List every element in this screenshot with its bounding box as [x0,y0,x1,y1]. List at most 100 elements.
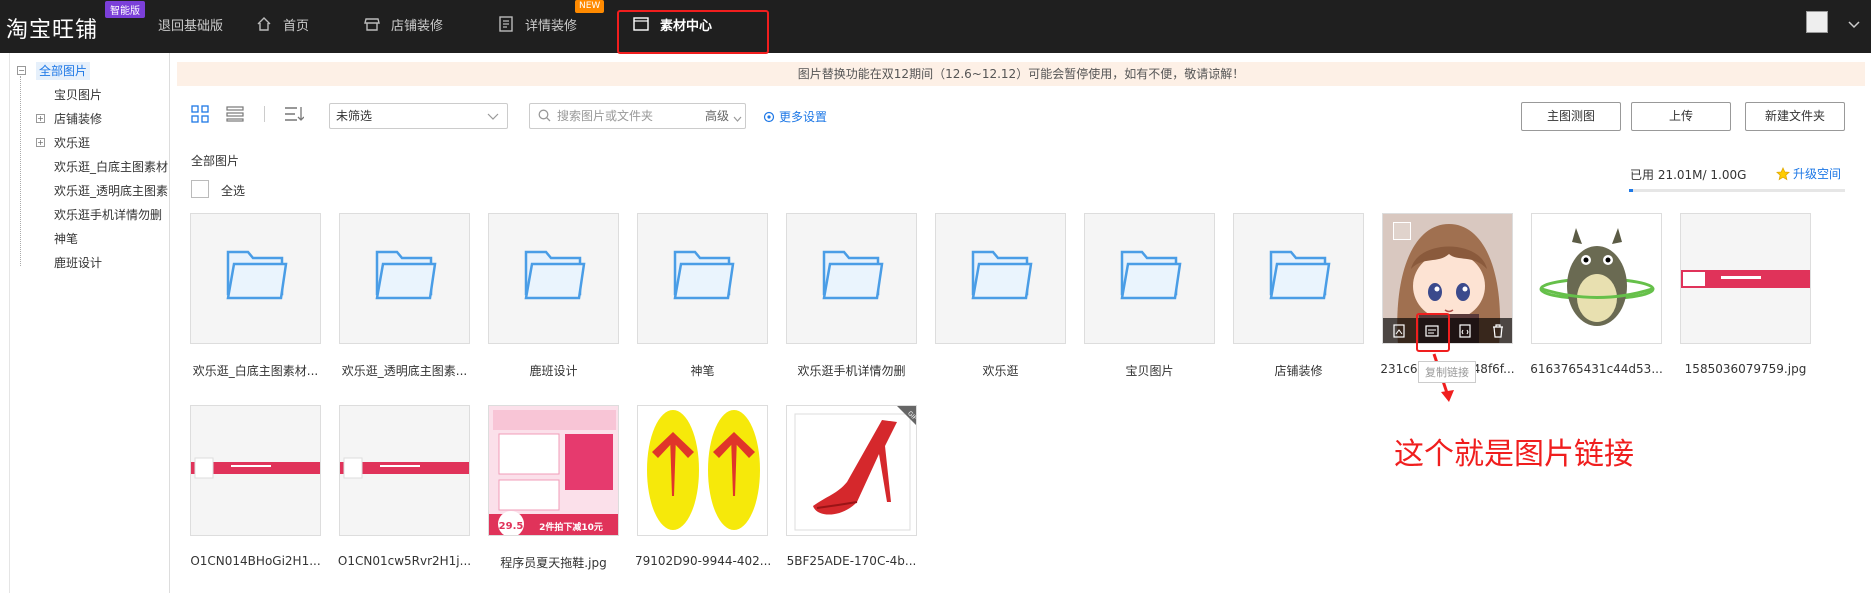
tile-checkbox[interactable] [1393,222,1411,240]
nav-detail-label: 详情装修 [525,18,578,34]
tile-filename[interactable]: 宝贝图片 [1082,362,1217,379]
tile-filename[interactable]: 欢乐逛_白底主图素材... [188,362,323,379]
new-folder-button[interactable]: 新建文件夹 [1745,102,1845,131]
image-tile[interactable] [1531,213,1662,344]
storage-progress-bar [1629,189,1845,192]
avatar[interactable] [1806,11,1828,33]
grid-view-icon[interactable] [191,105,209,123]
tile-filename[interactable]: 店铺装修 [1231,362,1366,379]
filter-select-value: 未筛选 [336,109,373,123]
select-all-checkbox[interactable] [191,180,209,198]
image-tile[interactable] [1680,213,1811,344]
folder-tile[interactable] [190,213,321,344]
nav-detail-decoration[interactable]: 详情装修 [497,12,577,36]
annotation-text: 这个就是图片链接 [1394,437,1634,472]
banner-thumbnail [340,406,469,535]
red-heel-thumbnail: GIF [787,406,916,535]
sort-icon[interactable] [284,105,305,123]
advanced-search-toggle[interactable]: 高级 [705,104,729,128]
folder-tile[interactable] [786,213,917,344]
sidebar-item-huanle[interactable]: 欢乐逛 [54,134,90,152]
folder-tile[interactable] [935,213,1066,344]
sidebar-item-product-images[interactable]: 宝贝图片 [54,86,102,104]
back-to-basic-link[interactable]: 退回基础版 [158,15,223,34]
image-icon[interactable] [1391,323,1407,339]
folder-icon [822,250,884,300]
tile-filename[interactable]: 5BF25ADE-170C-4b... [784,554,919,568]
nav-store-label: 店铺装修 [391,18,444,34]
sidebar-item-store-decoration[interactable]: 店铺装修 [54,110,102,128]
tile-filename[interactable]: 欢乐逛手机详情勿删 [784,362,919,379]
sidebar-item-shenbi[interactable]: 神笔 [54,230,78,248]
tile-filename[interactable]: O1CN01cw5Rvr2H1j... [337,554,472,568]
tile-filename[interactable]: 欢乐逛 [933,362,1068,379]
tree-expand-toggle[interactable]: + [36,138,45,147]
tile-filename[interactable]: 鹿班设计 [486,362,621,379]
search-placeholder: 搜索图片或文件夹 [557,109,654,123]
tree-connector [20,76,21,266]
more-settings-link[interactable]: 更多设置 [763,108,827,125]
banner-thumbnail [191,406,320,535]
tile-filename[interactable]: 神笔 [635,362,770,379]
highlight-box-material-center [617,10,769,54]
top-navigation-bar: 淘宝旺铺 智能版 退回基础版 首页 店铺装修 详情装修 NEW 素材中心 [0,0,1871,54]
new-badge: NEW [575,0,605,13]
image-tile[interactable] [637,405,768,536]
tile-filename[interactable]: 79102D90-9944-402... [635,554,770,568]
chevron-down-icon [487,106,499,134]
tile-filename[interactable]: 1585036079759.jpg [1678,362,1813,376]
nav-home[interactable]: 首页 [255,12,309,36]
storage-usage-text: 已用 21.01M/ 1.00G [1630,168,1747,182]
image-tile[interactable] [339,405,470,536]
image-tile[interactable]: GIF [786,405,917,536]
chevron-down-icon[interactable] [1848,18,1860,32]
folder-icon [971,250,1033,300]
tile-filename[interactable]: O1CN014BHoGi2H1... [188,554,323,568]
main-image-test-button[interactable]: 主图测图 [1521,102,1621,131]
folder-icon [226,250,288,300]
upload-button[interactable]: 上传 [1631,102,1731,131]
sidebar-item-all-images[interactable]: 全部图片 [36,62,91,80]
folder-tile[interactable] [1233,213,1364,344]
sidebar-scrollbar[interactable] [0,53,10,593]
nav-store-decoration[interactable]: 店铺装修 [363,12,443,36]
list-view-icon[interactable] [226,105,244,123]
document-icon [497,15,515,33]
sidebar-item-huanle-transparent[interactable]: 欢乐逛_透明底主图素 [54,182,168,200]
image-tile[interactable] [190,405,321,536]
promo-poster-thumbnail: 29.5 2件拍下减10元 [489,406,618,535]
folder-tile[interactable] [339,213,470,344]
folder-icon [524,250,586,300]
tree-expand-toggle[interactable]: + [36,114,45,123]
folder-tile[interactable] [637,213,768,344]
tile-filename[interactable]: 6163765431c44d53... [1529,362,1664,376]
code-icon[interactable] [1457,323,1473,339]
upgrade-space-link[interactable]: 升级空间 [1776,165,1841,182]
image-tile[interactable]: 29.5 2件拍下减10元 [488,405,619,536]
folder-tile[interactable] [488,213,619,344]
tree-collapse-toggle[interactable]: − [17,66,26,75]
chevron-down-icon [733,112,742,126]
upgrade-space-label: 升级空间 [1793,167,1842,181]
tile-filename[interactable]: 欢乐逛_透明底主图素... [337,362,472,379]
svg-text:29.5: 29.5 [499,521,524,532]
toolbar-divider [264,106,265,122]
edition-badge: 智能版 [105,1,145,18]
folder-tile[interactable] [1084,213,1215,344]
tile-filename[interactable]: 程序员夏天拖鞋.jpg [486,554,621,571]
filter-select[interactable]: 未筛选 [329,103,508,129]
folder-icon [375,250,437,300]
folder-icon [1120,250,1182,300]
select-all-label[interactable]: 全选 [221,182,245,199]
copy-link-tooltip: 复制链接 [1418,361,1476,383]
nav-home-label: 首页 [283,18,310,34]
search-input[interactable]: 搜索图片或文件夹 高级 [529,103,746,129]
sidebar-item-luban[interactable]: 鹿班设计 [54,254,102,272]
store-icon [363,15,381,33]
brand-logo: 淘宝旺铺 [6,18,99,43]
more-settings-label: 更多设置 [779,110,828,124]
sidebar-item-huanle-mobile[interactable]: 欢乐逛手机详情勿删 [54,206,168,224]
delete-icon[interactable] [1490,323,1506,339]
sidebar-item-huanle-white[interactable]: 欢乐逛_白底主图素材 [54,158,168,176]
folder-icon [1269,250,1331,300]
